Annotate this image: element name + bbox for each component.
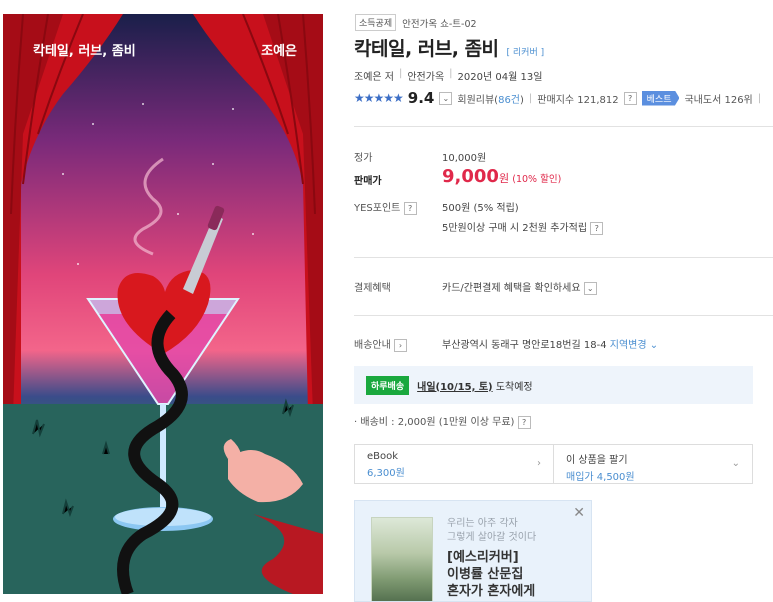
author-publisher-row: 조예은 저 | 안전가옥 | 2020년 04월 13일: [354, 68, 542, 83]
review-link[interactable]: 회원리뷰(86건): [457, 91, 524, 106]
arrival-date[interactable]: 내일(10/15, 토): [417, 382, 493, 393]
badge-row: 소득공제 안전가옥 쇼-트-02: [355, 14, 477, 31]
edition-label: [ 리커버 ]: [506, 48, 545, 58]
ebook-option[interactable]: eBook 6,300원 ›: [355, 445, 553, 483]
question-icon[interactable]: ?: [403, 202, 417, 215]
shipping-label-row: 배송안내 ›: [354, 336, 407, 352]
point-label: YES포인트: [354, 203, 401, 214]
product-info-panel: 소득공제 안전가옥 쇼-트-02 칵테일, 러브, 좀비 [ 리커버 ] 조예은…: [354, 0, 773, 602]
sale-price-row: 9,000원 (10% 할인): [442, 166, 561, 187]
title-row: 칵테일, 러브, 좀비 [ 리커버 ]: [354, 34, 544, 61]
point-value: 500원 (5% 적립): [442, 203, 519, 214]
point-extra: 5만원이상 구매 시 2천원 추가적립: [442, 223, 588, 234]
question-icon[interactable]: ?: [590, 222, 604, 235]
shipping-fee: 배송비 : 2,000원 (1만원 이상 무료): [360, 417, 515, 428]
rank-link[interactable]: 국내도서 126위: [684, 91, 752, 106]
book-cover-image[interactable]: 칵테일, 러브, 좀비 조예은: [3, 14, 323, 594]
promo-subtitle: 우리는 아주 각자 그렇게 살아갈 것이다: [447, 518, 537, 543]
sales-index: 판매지수 121,812: [537, 94, 619, 106]
divider: [354, 257, 773, 258]
chevron-down-icon: ⌄: [731, 458, 740, 469]
separator: |: [757, 92, 762, 104]
chevron-down-icon[interactable]: ⌄: [583, 282, 597, 295]
benefit-value: 카드/간편결제 혜택을 확인하세요: [442, 283, 581, 294]
point-extra-row: 5만원이상 구매 시 2천원 추가적립 ?: [442, 219, 604, 235]
chevron-right-icon[interactable]: ›: [394, 339, 407, 352]
format-price: 6,300원: [367, 468, 405, 479]
publisher-link[interactable]: 안전가옥: [407, 68, 444, 83]
shipping-label: 배송안내: [354, 340, 391, 351]
point-label-row: YES포인트 ?: [354, 199, 417, 215]
benefit-label: 결제혜택: [354, 283, 391, 294]
sell-option[interactable]: 이 상품을 팔기 매입가 4,500원 ⌄: [553, 445, 752, 483]
format-title: 이 상품을 팔기: [566, 455, 628, 466]
star-icon: ★★★★★: [354, 91, 404, 105]
shipping-fee-row: · 배송비 : 2,000원 (1만원 이상 무료) ?: [354, 413, 531, 429]
sale-price-label: 판매가: [354, 176, 382, 187]
publish-date: 2020년 04월 13일: [457, 72, 543, 83]
change-region-link[interactable]: 지역변경 ⌄: [610, 340, 658, 351]
benefit-row: 카드/간편결제 혜택을 확인하세요 ⌄: [442, 279, 597, 295]
cover-title: 칵테일, 러브, 좀비: [33, 44, 136, 59]
shipping-address-row: 부산광역시 동래구 명안로18번길 18-4 지역변경 ⌄: [442, 336, 658, 351]
chevron-right-icon: ›: [537, 458, 541, 469]
close-icon[interactable]: ✕: [573, 505, 585, 521]
divider: [354, 126, 773, 127]
promo-banner[interactable]: 우리는 아주 각자 그렇게 살아갈 것이다 [예스리커버] 이병률 산문집 혼자…: [354, 500, 592, 602]
format-options: eBook 6,300원 › 이 상품을 팔기 매입가 4,500원 ⌄: [354, 444, 753, 484]
sale-price-unit: 원: [498, 172, 510, 185]
question-icon[interactable]: ?: [517, 416, 531, 429]
discount-rate: (10% 할인): [512, 174, 562, 185]
tax-deduction-badge: 소득공제: [355, 14, 397, 31]
promo-title: [예스리커버] 이병률 산문집 혼자가 혼자에게: [447, 550, 536, 599]
format-price: 매입가 4,500원: [566, 472, 635, 483]
author-link[interactable]: 조예은 저: [354, 68, 394, 83]
review-count: 86건: [498, 94, 521, 106]
bullet: ·: [354, 417, 358, 428]
delivery-box: 하루배송 내일(10/15, 토) 도착예정: [354, 366, 753, 404]
arrival-info: 내일(10/15, 토) 도착예정: [417, 378, 533, 393]
chevron-down-icon[interactable]: ⌄: [439, 91, 453, 105]
series-link[interactable]: 안전가옥 쇼-트-02: [402, 16, 476, 30]
separator: |: [449, 68, 453, 79]
rating-score: 9.4: [407, 89, 435, 107]
list-price-label: 정가: [354, 153, 373, 164]
format-title: eBook: [367, 451, 399, 462]
today-delivery-badge: 하루배송: [366, 375, 410, 395]
sale-price-value: 9,000: [442, 166, 499, 187]
shipping-address: 부산광역시 동래구 명안로18번길 18-4: [442, 340, 607, 351]
separator: |: [528, 92, 533, 104]
product-title: 칵테일, 러브, 좀비: [354, 38, 499, 60]
list-price-value: 10,000원: [442, 153, 487, 164]
rating-row: ★★★★★ 9.4 ⌄ 회원리뷰(86건) | 판매지수 121,812 ? 베…: [354, 89, 761, 107]
divider: [354, 315, 773, 316]
promo-book-thumbnail: [371, 517, 433, 601]
question-icon[interactable]: ?: [623, 91, 637, 105]
cover-author: 조예은: [261, 44, 297, 59]
separator: |: [398, 68, 403, 79]
arrival-text: 도착예정: [495, 381, 533, 393]
cover-illustration: [3, 14, 323, 594]
bestseller-tag: 베스트: [641, 90, 680, 106]
